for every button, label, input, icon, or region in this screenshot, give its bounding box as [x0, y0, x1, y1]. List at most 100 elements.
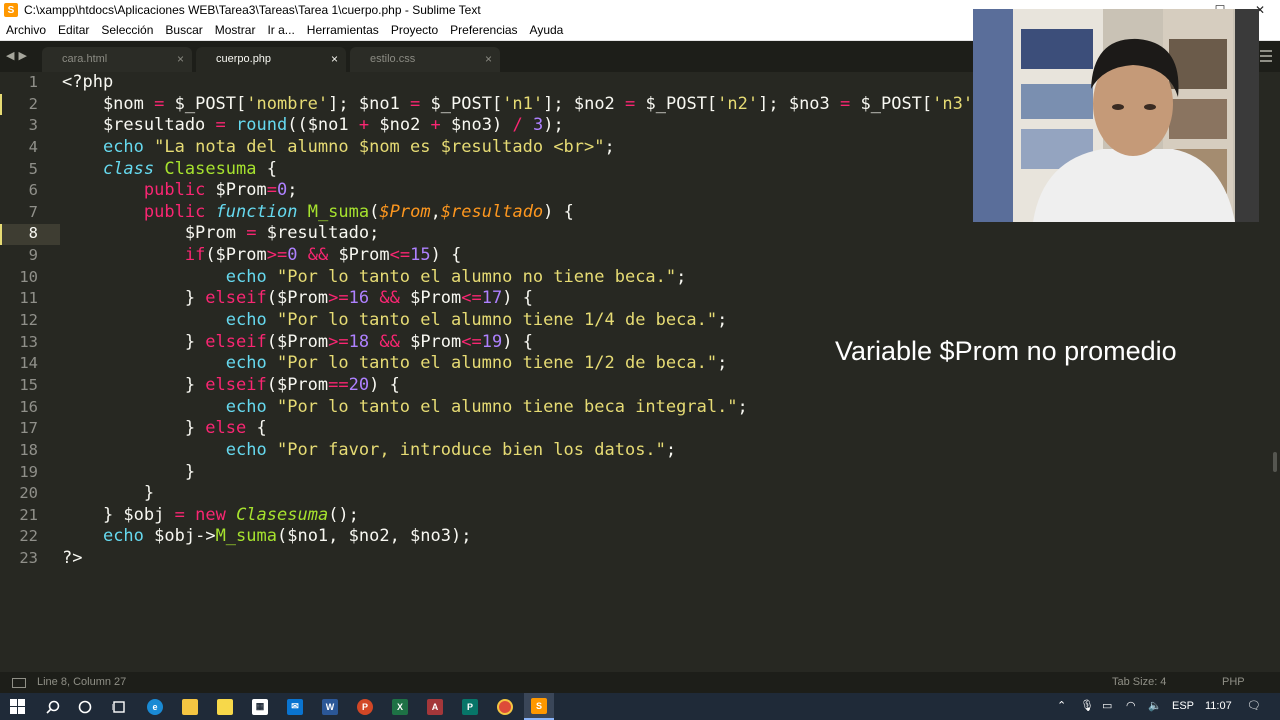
code-line[interactable]: if($Prom>=0 && $Prom<=15) {	[62, 245, 1062, 267]
code-token: "La nota del alumno $nom es $resultado <…	[154, 136, 605, 157]
menu-editar[interactable]: Editar	[52, 20, 95, 40]
code-line[interactable]: public function M_suma($Prom,$resultado)…	[62, 202, 1062, 224]
task-view-icon[interactable]	[108, 693, 130, 720]
code-token: =	[246, 223, 257, 244]
code-line[interactable]: echo "Por lo tanto el alumno tiene beca …	[62, 397, 1062, 419]
code-token: elseif	[205, 288, 267, 309]
code-line[interactable]: echo "Por favor, introduce bien los dato…	[62, 440, 1062, 462]
line-number: 18	[19, 440, 38, 459]
notifications-icon[interactable]: 🗨	[1247, 693, 1261, 720]
menu-ir-a[interactable]: Ir a...	[261, 20, 300, 40]
code-token: "Por lo tanto el alumno no tiene beca."	[276, 266, 677, 287]
syntax-mode[interactable]: PHP	[1222, 672, 1245, 693]
code-line[interactable]: echo "La nota del alumno $nom es $result…	[62, 137, 1062, 159]
menu-mostrar[interactable]: Mostrar	[209, 20, 262, 40]
tab-close-icon[interactable]: ×	[177, 47, 184, 72]
code-token: ) {	[502, 288, 533, 309]
code-token: }	[62, 374, 206, 395]
tab-size[interactable]: Tab Size: 4	[1112, 672, 1166, 693]
battery-icon[interactable]: ▭	[1102, 693, 1112, 720]
code-line[interactable]: $nom = $_POST['nombre']; $no1 = $_POST['…	[62, 94, 1062, 116]
code-token: =	[840, 93, 851, 114]
code-line[interactable]: } else {	[62, 418, 1062, 440]
code-line[interactable]: } elseif($Prom==20) {	[62, 375, 1062, 397]
code-line[interactable]: class Clasesuma {	[62, 159, 1062, 181]
code-line[interactable]: $resultado = round(($no1 + $no2 + $no3) …	[62, 115, 1062, 137]
code-line[interactable]: } $obj = new Clasesuma();	[62, 505, 1062, 527]
menu-seleccion[interactable]: Selección	[95, 20, 159, 40]
code-line[interactable]: echo "Por lo tanto el alumno tiene 1/4 d…	[62, 310, 1062, 332]
volume-icon[interactable]: 🔈	[1148, 693, 1162, 720]
word-icon[interactable]: W	[319, 693, 341, 720]
powerpoint-icon[interactable]: P	[354, 693, 376, 720]
code-token: (($no1	[287, 115, 359, 136]
code-line[interactable]: public $Prom=0;	[62, 180, 1062, 202]
code-token: ) {	[502, 331, 533, 352]
line-number: 10	[19, 267, 38, 286]
code-token: 'n3'	[932, 93, 974, 114]
windows-start-icon[interactable]	[6, 693, 28, 720]
code-area[interactable]: <?php $nom = $_POST['nombre']; $no1 = $_…	[62, 72, 1062, 570]
menu-ayuda[interactable]: Ayuda	[524, 20, 570, 40]
menu-buscar[interactable]: Buscar	[159, 20, 208, 40]
code-line[interactable]: <?php	[62, 72, 1062, 94]
wifi-icon[interactable]: ◠	[1126, 693, 1136, 720]
scrollbar-thumb[interactable]	[1273, 452, 1277, 472]
code-token: } $obj	[62, 504, 175, 525]
code-line[interactable]: } elseif($Prom>=16 && $Prom<=17) {	[62, 288, 1062, 310]
edge-icon[interactable]: e	[144, 693, 166, 720]
sticky-notes-icon[interactable]	[214, 693, 236, 720]
code-line[interactable]: }	[62, 483, 1062, 505]
code-line[interactable]: }	[62, 462, 1062, 484]
code-line[interactable]: echo "Por lo tanto el alumno no tiene be…	[62, 267, 1062, 289]
search-icon[interactable]	[42, 693, 64, 720]
file-explorer-icon[interactable]	[179, 693, 201, 720]
line-number: 11	[19, 289, 38, 308]
code-token: M_suma	[307, 201, 370, 222]
cortana-icon[interactable]	[74, 693, 96, 720]
menu-proyecto[interactable]: Proyecto	[385, 20, 444, 40]
tab-estilo-css[interactable]: estilo.css ×	[350, 47, 500, 72]
code-token: >=	[266, 245, 288, 266]
code-token: "Por lo tanto el alumno tiene 1/2 de bec…	[276, 353, 718, 374]
access-icon[interactable]: A	[424, 693, 446, 720]
code-token: Clasesuma	[236, 504, 329, 525]
line-number: 5	[28, 159, 38, 178]
tab-cara-html[interactable]: cara.html ×	[42, 47, 192, 72]
tab-nav-arrows-icon[interactable]: ◀▶	[6, 49, 31, 62]
excel-icon[interactable]: X	[389, 693, 411, 720]
tab-close-icon[interactable]: ×	[331, 47, 338, 72]
menu-archivo[interactable]: Archivo	[0, 20, 52, 40]
sublime-taskbar-icon[interactable]: S	[524, 693, 554, 720]
panel-toggle-icon[interactable]	[12, 678, 26, 688]
code-token: function	[215, 201, 298, 222]
publisher-icon[interactable]: P	[459, 693, 481, 720]
code-line[interactable]: $Prom = $resultado;	[62, 223, 1062, 245]
menu-preferencias[interactable]: Preferencias	[444, 20, 523, 40]
mail-icon[interactable]: ✉	[284, 693, 306, 720]
chrome-icon[interactable]	[494, 693, 516, 720]
chevron-up-icon[interactable]: ⌃	[1057, 693, 1066, 720]
store-icon[interactable]: ▦	[249, 693, 271, 720]
code-token: }	[62, 288, 206, 309]
line-number: 23	[19, 549, 38, 568]
tab-cuerpo-php[interactable]: cuerpo.php ×	[196, 47, 346, 72]
code-token: ]; $no3	[758, 93, 841, 114]
tab-close-icon[interactable]: ×	[485, 47, 492, 72]
microphone-icon[interactable]: 🎙	[1080, 693, 1094, 720]
code-token: <=	[461, 288, 482, 309]
code-line[interactable]: echo $obj->M_suma($no1, $no2, $no3);	[62, 526, 1062, 548]
menu-herramientas[interactable]: Herramientas	[301, 20, 385, 40]
code-line[interactable]: ?>	[62, 548, 1062, 570]
vertical-scrollbar[interactable]	[1270, 72, 1280, 672]
language-indicator[interactable]: ESP	[1172, 693, 1194, 720]
code-token: ();	[328, 504, 359, 525]
tab-list-icon[interactable]	[1260, 50, 1272, 65]
clock[interactable]: 11:07	[1205, 693, 1232, 720]
